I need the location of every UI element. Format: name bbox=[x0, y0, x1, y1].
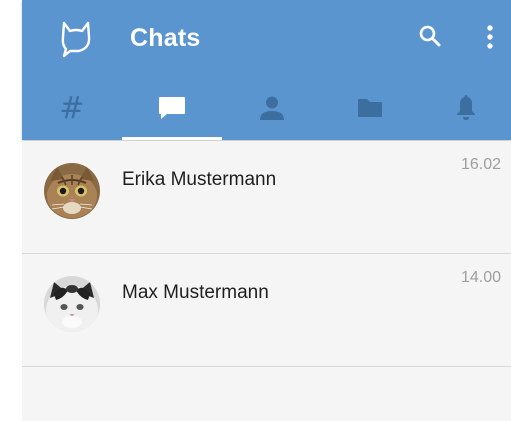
avatar[interactable] bbox=[44, 163, 100, 219]
hash-icon: # bbox=[59, 91, 85, 126]
chat-list-item[interactable]: Erika Mustermann 16.02 bbox=[22, 141, 511, 254]
white-cat-avatar bbox=[44, 276, 100, 332]
search-icon[interactable] bbox=[418, 24, 442, 48]
chat-bubble-icon bbox=[157, 95, 187, 126]
bell-icon bbox=[454, 94, 478, 127]
tab-hashtags[interactable]: # bbox=[26, 80, 118, 140]
tab-folders[interactable] bbox=[325, 80, 415, 140]
contact-name: Erika Mustermann bbox=[122, 169, 277, 190]
tab-notifications[interactable] bbox=[421, 80, 511, 140]
message-timestamp: 16.02 bbox=[460, 156, 501, 173]
more-vert-icon[interactable] bbox=[480, 22, 500, 52]
tab-bar: # bbox=[22, 80, 511, 140]
tab-contacts[interactable] bbox=[227, 80, 317, 140]
person-icon bbox=[258, 95, 286, 126]
app-bar: Chats # bbox=[22, 0, 511, 140]
contact-name: Max Mustermann bbox=[122, 282, 269, 303]
avatar[interactable] bbox=[44, 276, 100, 332]
cat-speech-bubble-icon[interactable] bbox=[58, 20, 94, 58]
chat-list-item[interactable]: Max Mustermann 14.00 bbox=[22, 254, 511, 367]
chat-list: Erika Mustermann 16.02 Max Mustermann 14… bbox=[22, 141, 511, 367]
chat-app: Chats # Erika Mustermann 16.02 Max Muste… bbox=[22, 0, 511, 421]
page-title: Chats bbox=[130, 24, 201, 52]
active-tab-indicator bbox=[122, 137, 222, 140]
message-timestamp: 14.00 bbox=[460, 269, 501, 286]
tab-chats[interactable] bbox=[122, 80, 222, 140]
tabby-cat-avatar bbox=[44, 163, 100, 219]
folder-icon bbox=[356, 97, 384, 124]
